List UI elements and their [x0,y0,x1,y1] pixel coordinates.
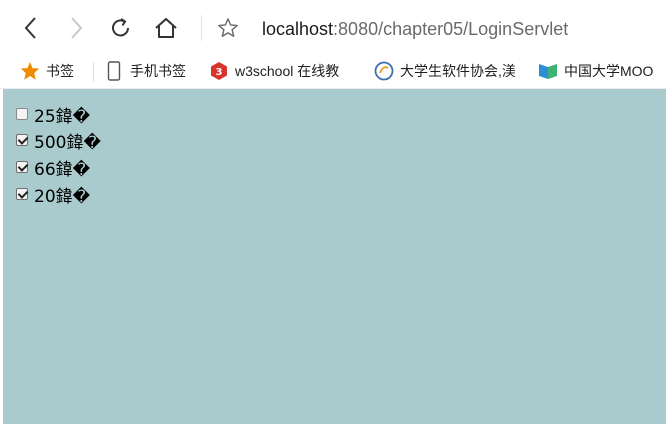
checkbox-checked[interactable] [16,161,28,173]
bookmark-mooc[interactable]: 中国大学MOO [538,60,666,82]
home-icon [155,18,177,38]
back-button[interactable] [15,10,47,46]
item-label: 500鍏� [34,132,101,153]
url-host: localhost [262,19,334,39]
url-path: :8080/chapter05/LoginServlet [333,19,569,39]
item-label: 25鍏� [34,106,91,127]
page-content [3,89,666,424]
checkbox[interactable] [16,108,28,120]
browser-toolbar: localhost:8080/chapter05/LoginServlet [0,0,666,54]
forward-button[interactable] [60,10,92,46]
star-icon [20,61,40,81]
bookmark-label: 书签 [46,63,74,79]
forward-arrow-icon [71,17,83,39]
phone-icon [104,61,124,81]
star-outline-icon [218,18,238,37]
bookmark-mobile[interactable]: 手机书签 [104,60,186,82]
bookmark-label: w3school 在线教 [235,63,340,79]
bookmark-label: 大学生软件协会,渼 [400,63,516,79]
favorite-button[interactable] [212,10,244,46]
item-label: 66鍏� [34,159,91,180]
svg-text:3: 3 [216,67,223,78]
reload-button[interactable] [105,10,137,46]
address-bar[interactable]: localhost:8080/chapter05/LoginServlet [262,19,568,40]
bookmarks-bar: 书签 手机书签 3 w3school 在线教 大学生软件协会,渼 中国大学MOO [0,54,666,89]
bookmark-w3school[interactable]: 3 w3school 在线教 [209,60,357,82]
list-item: 20鍏� [16,183,91,207]
list-item: 500鍏� [16,129,101,153]
bookmark-divider [93,62,94,82]
bookmark-label: 手机书签 [130,63,186,79]
book-icon [538,61,558,81]
bookmark-label: 中国大学MOO [564,63,654,79]
reload-icon [112,18,129,37]
list-item: 66鍏� [16,156,91,180]
checkbox-checked[interactable] [16,188,28,200]
toolbar-divider [201,15,202,41]
bookmark-favorites[interactable]: 书签 [20,60,74,82]
checkbox-checked[interactable] [16,134,28,146]
org-logo-icon [374,61,394,81]
bookmark-association[interactable]: 大学生软件协会,渼 [374,60,524,82]
list-item: 25鍏� [16,103,91,127]
w3school-icon: 3 [209,61,229,81]
home-button[interactable] [150,10,182,46]
back-arrow-icon [24,17,36,39]
item-label: 20鍏� [34,186,91,207]
